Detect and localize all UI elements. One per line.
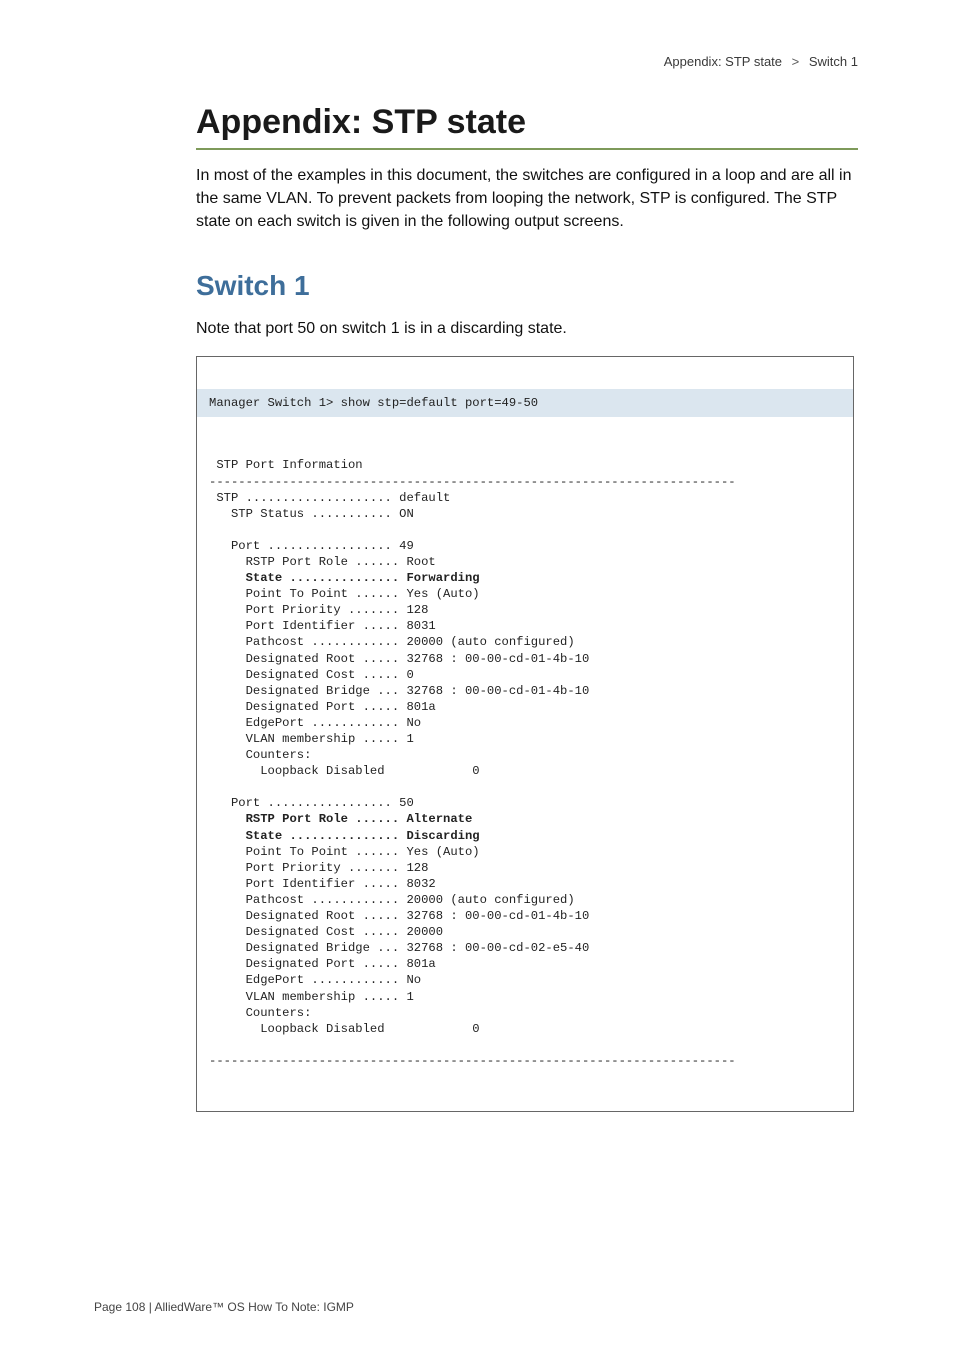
cli-command-row: Manager Switch 1> show stp=default port=… — [197, 389, 853, 417]
cli-out-1: STP Port Information -------------------… — [209, 458, 736, 585]
cli-out-2: Point To Point ...... Yes (Auto) Port Pr… — [209, 587, 589, 826]
section-title-switch1: Switch 1 — [196, 270, 858, 302]
intro-paragraph: In most of the examples in this document… — [196, 164, 858, 234]
cli-output-box: Manager Switch 1> show stp=default port=… — [196, 356, 854, 1112]
cli-out-3 — [209, 829, 246, 843]
cli-out-bold-forwarding: State ............... Forwarding — [246, 571, 480, 585]
section-note: Note that port 50 on switch 1 is in a di… — [196, 318, 858, 340]
breadcrumb-right: Switch 1 — [809, 54, 858, 69]
cli-output: STP Port Information -------------------… — [197, 449, 853, 1079]
breadcrumb-separator-icon: > — [792, 54, 800, 69]
cli-out-bold-discarding: State ............... Discarding — [246, 829, 480, 843]
breadcrumb-left: Appendix: STP state — [664, 54, 782, 69]
cli-command: Manager Switch 1> show stp=default port=… — [209, 396, 538, 410]
breadcrumb: Appendix: STP state > Switch 1 — [196, 54, 858, 69]
page: Appendix: STP state > Switch 1 Appendix:… — [0, 0, 954, 1350]
page-footer: Page 108 | AlliedWare™ OS How To Note: I… — [94, 1300, 354, 1314]
cli-out-bold-alternate: RSTP Port Role ...... Alternate — [246, 812, 473, 826]
page-title: Appendix: STP state — [196, 103, 858, 150]
cli-out-4: Point To Point ...... Yes (Auto) Port Pr… — [209, 845, 736, 1068]
